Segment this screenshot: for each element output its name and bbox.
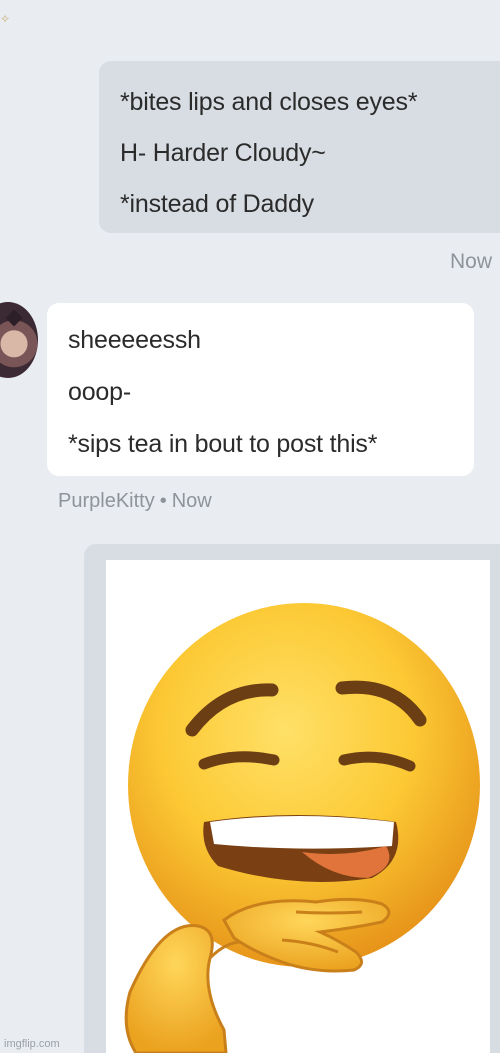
avatar-ear-decoration [5, 309, 23, 327]
lip-biting-emoji-icon [124, 603, 480, 1053]
message-line: *sips tea in bout to post this* [68, 430, 378, 458]
message-line: *bites lips and closes eyes* [120, 88, 418, 116]
watermark: imgflip.com [4, 1038, 60, 1050]
sender-name[interactable]: PurpleKitty [58, 490, 155, 512]
outgoing-timestamp: Now [449, 250, 492, 273]
corner-decoration-icon: ✧ [0, 12, 11, 26]
message-line: H- Harder Cloudy~ [120, 139, 326, 167]
image-attachment[interactable] [106, 560, 490, 1053]
outgoing-message-bubble[interactable]: *bites lips and closes eyes* H- Harder C… [99, 61, 500, 233]
avatar[interactable] [0, 302, 38, 378]
incoming-timestamp: Now [171, 490, 212, 512]
message-line: ooop- [68, 378, 131, 406]
incoming-message-bubble[interactable]: sheeeeessh ooop- *sips tea in bout to po… [47, 303, 474, 476]
incoming-meta: PurpleKitty • Now [58, 490, 212, 513]
message-line: *instead of Daddy [120, 190, 314, 218]
meta-separator: • [159, 490, 167, 512]
message-line: sheeeeessh [68, 326, 201, 354]
